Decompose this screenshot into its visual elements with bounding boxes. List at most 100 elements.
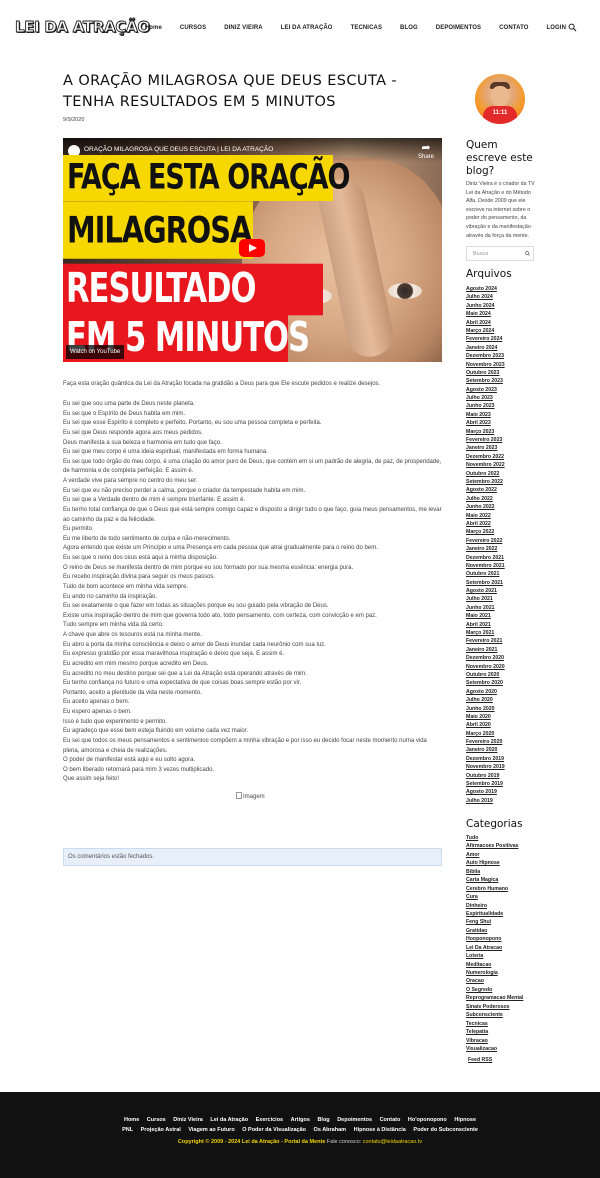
- contact-email-link[interactable]: contato@leidaatracao.tv: [363, 1139, 422, 1145]
- nav-cursos[interactable]: CURSOS: [180, 25, 206, 31]
- footer-link-projecao-astral[interactable]: Projeção Astral: [141, 1127, 181, 1133]
- archive-link[interactable]: Agosto 2022: [466, 486, 505, 494]
- archive-link[interactable]: Setembro 2020: [466, 679, 505, 687]
- search-icon[interactable]: [525, 251, 530, 256]
- archive-link[interactable]: Junho 2021: [466, 604, 505, 612]
- archive-link[interactable]: Agosto 2020: [466, 688, 505, 696]
- footer-link-depoimentos[interactable]: Depoimentos: [337, 1117, 372, 1123]
- archive-link[interactable]: Março 2024: [466, 327, 505, 335]
- archive-link[interactable]: Agosto 2024: [466, 285, 505, 293]
- category-link[interactable]: Dinheiro: [466, 902, 523, 910]
- category-link[interactable]: Bíblia: [466, 868, 523, 876]
- category-link[interactable]: Hooponopono: [466, 935, 523, 943]
- archive-link[interactable]: Dezembro 2023: [466, 352, 505, 360]
- archive-link[interactable]: Dezembro 2019: [466, 755, 505, 763]
- footer-link-blog[interactable]: Blog: [317, 1117, 329, 1123]
- archive-link[interactable]: Outubro 2020: [466, 671, 505, 679]
- sidebar-search-input[interactable]: Busca: [466, 246, 534, 261]
- archive-link[interactable]: Janeiro 2022: [466, 545, 505, 553]
- archive-link[interactable]: Março 2020: [466, 730, 505, 738]
- archive-link[interactable]: Outubro 2023: [466, 369, 505, 377]
- archive-link[interactable]: Abril 2024: [466, 319, 505, 327]
- archive-link[interactable]: Fevereiro 2021: [466, 637, 505, 645]
- search-icon[interactable]: [568, 23, 577, 32]
- archive-link[interactable]: Maio 2020: [466, 713, 505, 721]
- category-link[interactable]: Numerologia: [466, 969, 523, 977]
- category-link[interactable]: Gratidao: [466, 927, 523, 935]
- footer-link-poder-da-visualizacao[interactable]: O Poder da Visualização: [242, 1127, 306, 1133]
- archive-link[interactable]: Junho 2022: [466, 503, 505, 511]
- archive-link[interactable]: Julho 2019: [466, 797, 505, 805]
- category-link[interactable]: Carta Magica: [466, 876, 523, 884]
- footer-link-cursos[interactable]: Cursos: [147, 1117, 166, 1123]
- archive-link[interactable]: Novembro 2023: [466, 361, 505, 369]
- archive-link[interactable]: Junho 2020: [466, 705, 505, 713]
- nav-depoimentos[interactable]: DEPOIMENTOS: [436, 25, 481, 31]
- archive-link[interactable]: Maio 2024: [466, 310, 505, 318]
- category-link[interactable]: Cura: [466, 893, 523, 901]
- archive-link[interactable]: Janeiro 2024: [466, 344, 505, 352]
- category-link[interactable]: Feng Shui: [466, 918, 523, 926]
- archive-link[interactable]: Maio 2021: [466, 612, 505, 620]
- archive-link[interactable]: Abril 2023: [466, 419, 505, 427]
- archive-link[interactable]: Maio 2022: [466, 512, 505, 520]
- category-link[interactable]: Visualizacao: [466, 1045, 523, 1053]
- archive-link[interactable]: Dezembro 2020: [466, 654, 505, 662]
- footer-link-lei-da-atracao[interactable]: Lei da Atração: [210, 1117, 248, 1123]
- archive-link[interactable]: Setembro 2019: [466, 780, 505, 788]
- archive-link[interactable]: Julho 2022: [466, 495, 505, 503]
- category-link[interactable]: Vibracao: [466, 1037, 523, 1045]
- watch-on-youtube-button[interactable]: Watch on YouTube: [66, 345, 125, 359]
- category-link[interactable]: Reprogramacao Mental: [466, 994, 523, 1002]
- category-link[interactable]: Sinais Poderosos: [466, 1003, 523, 1011]
- archive-link[interactable]: Novembro 2022: [466, 461, 505, 469]
- archive-link[interactable]: Abril 2021: [466, 621, 505, 629]
- footer-link-poder-do-subconsciente[interactable]: Poder do Subconsciente: [413, 1127, 477, 1133]
- footer-link-hipnose-a-distancia[interactable]: Hipnose à Distância: [354, 1127, 406, 1133]
- nav-lei-da-atracao[interactable]: LEI DA ATRAÇÃO: [281, 25, 333, 31]
- archive-link[interactable]: Novembro 2020: [466, 663, 505, 671]
- archive-link[interactable]: Dezembro 2022: [466, 453, 505, 461]
- archive-link[interactable]: Setembro 2022: [466, 478, 505, 486]
- footer-link-os-abraham[interactable]: Os Abraham: [314, 1127, 347, 1133]
- archive-link[interactable]: Outubro 2019: [466, 772, 505, 780]
- footer-link-artigos[interactable]: Artigos: [291, 1117, 310, 1123]
- archive-link[interactable]: Abril 2020: [466, 721, 505, 729]
- archive-link[interactable]: Fevereiro 2020: [466, 738, 505, 746]
- category-link[interactable]: Tudo: [466, 834, 523, 842]
- youtube-video-embed[interactable]: ORAÇÃO MILAGROSA QUE DEUS ESCUTA | LEI D…: [63, 138, 442, 362]
- archive-link[interactable]: Agosto 2023: [466, 386, 505, 394]
- category-link[interactable]: Auto Hipnose: [466, 859, 523, 867]
- archive-link[interactable]: Novembro 2019: [466, 763, 505, 771]
- category-link[interactable]: Loteria: [466, 952, 523, 960]
- footer-link-diniz-vieira[interactable]: Diniz Vieira: [173, 1117, 203, 1123]
- archive-link[interactable]: Janeiro 2023: [466, 444, 505, 452]
- archive-link[interactable]: Maio 2023: [466, 411, 505, 419]
- category-link[interactable]: Amor: [466, 851, 523, 859]
- archive-link[interactable]: Abril 2022: [466, 520, 505, 528]
- archive-link[interactable]: Julho 2024: [466, 293, 505, 301]
- nav-tecnicas[interactable]: TECNICAS: [351, 25, 382, 31]
- video-title[interactable]: ORAÇÃO MILAGROSA QUE DEUS ESCUTA | LEI D…: [84, 146, 273, 153]
- archive-link[interactable]: Junho 2023: [466, 402, 505, 410]
- category-link[interactable]: Subconsciente: [466, 1011, 523, 1019]
- category-link[interactable]: Oracao: [466, 977, 523, 985]
- archive-link[interactable]: Junho 2024: [466, 302, 505, 310]
- nav-blog[interactable]: BLOG: [400, 25, 418, 31]
- share-button[interactable]: ➦ Share: [418, 143, 434, 161]
- nav-login[interactable]: LOGIN: [547, 25, 567, 31]
- footer-link-viagem-ao-futuro[interactable]: Viagem ao Futuro: [188, 1127, 234, 1133]
- archive-link[interactable]: Março 2023: [466, 428, 505, 436]
- archive-link[interactable]: Agosto 2021: [466, 587, 505, 595]
- play-button-icon[interactable]: [239, 239, 265, 257]
- category-link[interactable]: Meditacao: [466, 961, 523, 969]
- archive-link[interactable]: Fevereiro 2022: [466, 537, 505, 545]
- footer-link-exercicios[interactable]: Exercícios: [256, 1117, 284, 1123]
- category-link[interactable]: Tecnicas: [466, 1020, 523, 1028]
- archive-link[interactable]: Julho 2023: [466, 394, 505, 402]
- footer-link-home[interactable]: Home: [124, 1117, 139, 1123]
- category-link[interactable]: Telepatia: [466, 1028, 523, 1036]
- feed-rss-link[interactable]: Feed RSS: [468, 1057, 492, 1063]
- category-link[interactable]: Afirmacoes Positivas: [466, 842, 523, 850]
- archive-link[interactable]: Outubro 2022: [466, 470, 505, 478]
